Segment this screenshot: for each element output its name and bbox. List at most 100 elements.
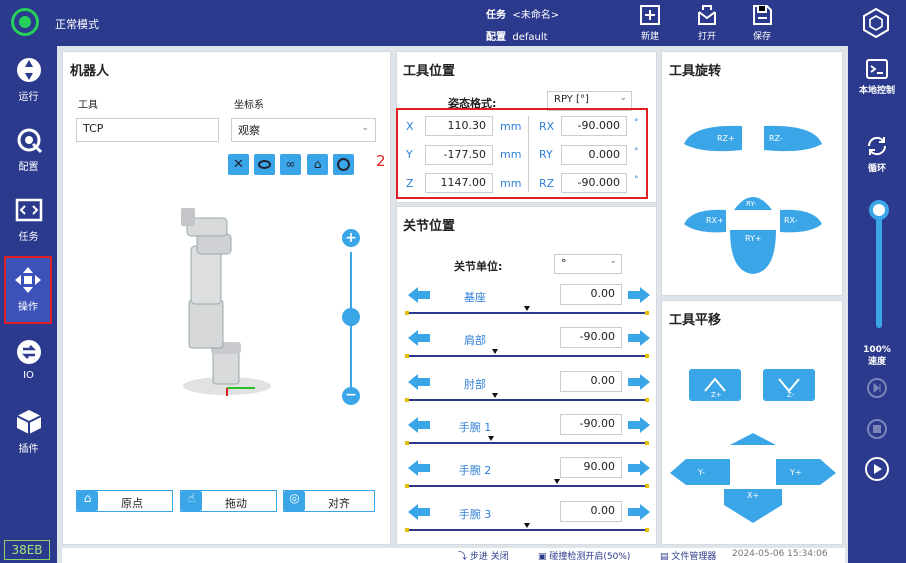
- nav-run[interactable]: 运行: [0, 46, 57, 116]
- link-icon[interactable]: ∞: [280, 154, 301, 175]
- speed-label: 速度: [867, 357, 886, 367]
- arrow-right-icon: [628, 330, 650, 346]
- nav-operate-label: 操作: [18, 302, 38, 313]
- joint-3-name: 手腕 1: [458, 421, 492, 434]
- x-minus-button[interactable]: [730, 433, 776, 445]
- play-button[interactable]: [865, 457, 889, 481]
- local-control-label: 本地控制: [858, 86, 895, 96]
- nav-plugin[interactable]: 插件: [0, 398, 57, 468]
- joint-4-value-input[interactable]: 90.00: [560, 457, 622, 478]
- z-input[interactable]: 1147.00: [425, 173, 493, 193]
- joint-0-range-max: [645, 311, 649, 315]
- stop-button[interactable]: [867, 419, 887, 439]
- new-button[interactable]: 新建: [632, 2, 668, 44]
- joint-2-decrease-button[interactable]: [406, 372, 432, 392]
- joint-2-value-input[interactable]: 0.00: [560, 371, 622, 392]
- z-minus-button[interactable]: Z-: [763, 369, 815, 401]
- speed-slider-track[interactable]: [876, 214, 882, 328]
- chevron-down-icon: ⌄: [361, 123, 369, 133]
- loop-button[interactable]: 循环: [848, 134, 906, 174]
- joint-1-increase-button[interactable]: [626, 328, 652, 348]
- joint-5-value-input[interactable]: 0.00: [560, 501, 622, 522]
- new-label: 新建: [640, 32, 659, 42]
- joint-unit-label: 关节单位:: [454, 260, 503, 273]
- zoom-slider-handle[interactable]: [342, 308, 360, 326]
- drag-button[interactable]: ☝ 拖动: [180, 490, 277, 512]
- step-status[interactable]: ⤵ 步进 关闭: [458, 549, 509, 562]
- hand-icon: ☝: [181, 491, 202, 511]
- rz-input[interactable]: -90.000: [561, 173, 627, 193]
- io-icon: [16, 340, 41, 364]
- tool-translation-title: 工具平移: [669, 313, 722, 328]
- open-file-icon: [698, 5, 716, 25]
- rx-input[interactable]: -90.000: [561, 116, 627, 136]
- datetime: 2024-05-06 15:34:06: [732, 549, 828, 559]
- joint-2-increase-button[interactable]: [626, 372, 652, 392]
- rx-unit: °: [634, 118, 639, 128]
- y-plus-button[interactable]: [776, 459, 836, 485]
- target-icon[interactable]: [333, 154, 354, 175]
- step-next-button[interactable]: [867, 378, 887, 398]
- z-plus-button[interactable]: Z+: [689, 369, 741, 401]
- rz-minus-label: RZ-: [769, 134, 783, 143]
- stop-icon: [873, 425, 881, 433]
- joint-1-value-input[interactable]: -90.00: [560, 327, 622, 348]
- joint-4-increase-button[interactable]: [626, 458, 652, 478]
- y-minus-label: Y-: [698, 468, 705, 477]
- joint-unit-select[interactable]: ° ⌄: [554, 254, 622, 274]
- file-manager-link[interactable]: ▤ 文件管理器: [660, 549, 716, 562]
- open-button[interactable]: 打开: [689, 2, 725, 44]
- joint-3-range-max: [645, 441, 649, 445]
- nav-io[interactable]: IO: [0, 328, 57, 398]
- align-button[interactable]: ◎ 对齐: [283, 490, 375, 512]
- joint-0-value-input[interactable]: 0.00: [560, 284, 622, 305]
- collision-status[interactable]: ▣ 碰撞检测开启(50%): [538, 549, 630, 562]
- nav-config[interactable]: 配置: [0, 116, 57, 186]
- home-label: 原点: [121, 497, 143, 510]
- joint-unit-value: °: [561, 257, 567, 270]
- ry-input[interactable]: 0.000: [561, 145, 627, 165]
- tool-input[interactable]: TCP: [76, 118, 219, 142]
- nav-operate[interactable]: 操作: [4, 256, 52, 324]
- home-view-icon[interactable]: ⌂: [307, 154, 328, 175]
- joint-3-decrease-button[interactable]: [406, 415, 432, 435]
- plugin-cube-icon: [16, 410, 41, 434]
- z-plus-label: Z+: [711, 391, 722, 399]
- annotation-2: 2: [376, 152, 386, 170]
- joint-5-increase-button[interactable]: [626, 502, 652, 522]
- save-label: 保存: [752, 32, 771, 42]
- x-input[interactable]: 110.30: [425, 116, 493, 136]
- joint-4-decrease-button[interactable]: [406, 458, 432, 478]
- home-button[interactable]: ⌂ 原点: [76, 490, 173, 512]
- tools-icon[interactable]: ✕: [228, 154, 249, 175]
- joint-5-range-bar: [405, 529, 649, 531]
- joint-4-position-marker: [554, 479, 560, 484]
- coord-select[interactable]: 观察 ⌄: [231, 118, 376, 142]
- z-minus-label: Z-: [787, 391, 795, 399]
- joint-3-value-input[interactable]: -90.00: [560, 414, 622, 435]
- joint-5-decrease-button[interactable]: [406, 502, 432, 522]
- joint-1-decrease-button[interactable]: [406, 328, 432, 348]
- x-unit: mm: [500, 120, 522, 133]
- rotation-controls: [684, 125, 822, 274]
- zoom-out-icon[interactable]: −: [342, 387, 360, 405]
- y-input[interactable]: -177.50: [425, 145, 493, 165]
- nav-task[interactable]: 任务: [0, 186, 57, 256]
- coord-value: 观察: [238, 124, 260, 137]
- joint-3-increase-button[interactable]: [626, 415, 652, 435]
- rx-label: RX: [539, 120, 555, 133]
- joint-5-name: 手腕 3: [458, 508, 492, 521]
- view-eye-icon[interactable]: [254, 154, 275, 175]
- local-control-button[interactable]: 本地控制: [848, 58, 906, 96]
- arrow-right-icon: [628, 287, 650, 303]
- speed-slider-handle[interactable]: [869, 200, 889, 220]
- y-unit: mm: [500, 148, 522, 161]
- logo-icon: [863, 8, 889, 38]
- zoom-in-icon[interactable]: +: [342, 229, 360, 247]
- robot-arm-image: [181, 208, 271, 396]
- joint-0-increase-button[interactable]: [626, 285, 652, 305]
- right-bar: 本地控制 循环 100% 速度: [848, 46, 906, 563]
- y-label: Y: [406, 148, 413, 161]
- save-button[interactable]: 保存: [744, 2, 780, 44]
- joint-0-decrease-button[interactable]: [406, 285, 432, 305]
